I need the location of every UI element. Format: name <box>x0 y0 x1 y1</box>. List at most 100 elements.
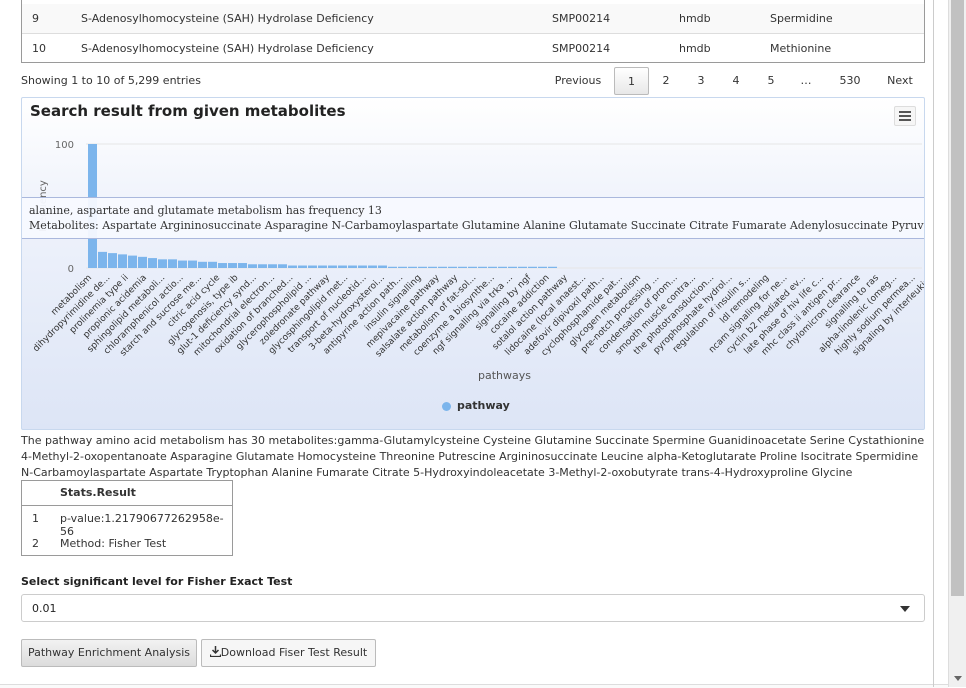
chart-bar[interactable] <box>128 255 137 268</box>
chart-bar[interactable] <box>548 266 557 268</box>
next-button[interactable]: Next <box>880 67 920 95</box>
chart-bar[interactable] <box>198 261 207 268</box>
smp-id-cell: SMP00214 <box>552 12 611 25</box>
database-cell: hmdb <box>679 12 711 25</box>
chart-bar[interactable] <box>448 266 457 268</box>
chart-bar[interactable] <box>468 266 477 268</box>
page-button-5[interactable]: 5 <box>759 67 783 95</box>
significance-select[interactable]: 0.01 <box>21 594 925 622</box>
chart-bar[interactable] <box>278 264 287 268</box>
row-index: 2 <box>32 537 39 550</box>
download-icon <box>209 646 221 658</box>
page: 9 S-Adenosylhomocysteine (SAH) Hydrolase… <box>0 0 948 688</box>
table-row: 9 S-Adenosylhomocysteine (SAH) Hydrolase… <box>22 4 924 34</box>
chart-bar[interactable] <box>358 265 367 268</box>
x-axis-title: pathways <box>478 369 531 382</box>
chart-plot: 1000Frequency metabolismdihydropyrimidin… <box>31 140 924 359</box>
results-table: 9 S-Adenosylhomocysteine (SAH) Hydrolase… <box>21 0 925 63</box>
chart-bar[interactable] <box>158 259 167 268</box>
row-index: 1 <box>32 512 39 525</box>
chart-bar[interactable] <box>248 264 257 268</box>
tooltip-line-frequency: alanine, aspartate and glutamate metabol… <box>29 204 382 217</box>
download-result-button[interactable]: Download Fiser Test Result <box>201 639 376 667</box>
pathway-description: The pathway amino acid metabolism has 30… <box>21 434 925 479</box>
table-row: 10 S-Adenosylhomocysteine (SAH) Hydrolas… <box>22 34 924 63</box>
stats-table: Stats.Result 1 p-value:1.21790677262958e… <box>21 480 233 556</box>
chart-bar[interactable] <box>258 264 267 268</box>
chart-bar[interactable] <box>478 266 487 268</box>
y-tick-label: 100 <box>55 140 74 151</box>
chart-bar[interactable] <box>138 256 147 268</box>
chart-bar[interactable] <box>328 265 337 268</box>
pathway-enrichment-button[interactable]: Pathway Enrichment Analysis <box>21 639 197 667</box>
pathway-name-cell: S-Adenosylhomocysteine (SAH) Hydrolase D… <box>81 42 374 55</box>
chart-bar[interactable] <box>368 265 377 268</box>
chart-bar[interactable] <box>438 266 447 268</box>
previous-button[interactable]: Previous <box>548 67 608 95</box>
legend-marker-icon <box>442 401 451 411</box>
chart-bar[interactable] <box>98 251 107 268</box>
significance-label: Select significant level for Fisher Exac… <box>21 575 293 588</box>
pagination-ellipsis: … <box>800 74 812 87</box>
chart-bar[interactable] <box>298 265 307 268</box>
significance-value: 0.01 <box>32 602 57 615</box>
chart-bar[interactable] <box>338 265 347 268</box>
chart-bar[interactable] <box>148 258 157 268</box>
page-button-3[interactable]: 3 <box>689 67 713 95</box>
page-button-1[interactable]: 1 <box>614 67 649 95</box>
chart-bar[interactable] <box>108 253 117 268</box>
chart-bar[interactable] <box>508 266 517 268</box>
table-row: 2 Method: Fisher Test <box>22 531 232 556</box>
chart-bar[interactable] <box>208 261 217 268</box>
chart-bar[interactable] <box>458 266 467 268</box>
stats-header: Stats.Result <box>60 486 136 499</box>
chart-bar[interactable] <box>398 266 407 268</box>
chart-bar[interactable] <box>288 265 297 268</box>
pathway-name-cell: S-Adenosylhomocysteine (SAH) Hydrolase D… <box>81 12 374 25</box>
row-index: 9 <box>32 12 39 25</box>
chart-bar[interactable] <box>518 266 527 268</box>
chevron-down-icon <box>900 606 910 612</box>
scrollbar-thumb[interactable] <box>951 0 964 596</box>
scroll-down-icon[interactable] <box>954 676 962 681</box>
metabolite-cell: Methionine <box>770 42 832 55</box>
page-scrollbar[interactable] <box>948 0 966 687</box>
chart-bar[interactable] <box>348 265 357 268</box>
chart-bar[interactable] <box>228 263 237 268</box>
chart-bar[interactable] <box>188 260 197 268</box>
chart-bar[interactable] <box>318 265 327 268</box>
chart-bar[interactable] <box>238 263 247 268</box>
chart-bar[interactable] <box>428 266 437 268</box>
chart-bar[interactable] <box>308 265 317 268</box>
chart-bar[interactable] <box>178 260 187 268</box>
chart-bar[interactable] <box>378 265 387 268</box>
chart-bar[interactable] <box>268 264 277 268</box>
chart-container: Search result from given metabolites 100… <box>21 97 925 430</box>
chart-bar[interactable] <box>408 266 417 268</box>
chart-bar[interactable] <box>538 266 547 268</box>
download-label: Download Fiser Test Result <box>220 646 368 659</box>
page-button-530[interactable]: 530 <box>832 67 868 95</box>
metabolite-cell: Spermidine <box>770 12 833 25</box>
chart-bar[interactable] <box>498 266 507 268</box>
tooltip-line-metabolites: Metabolites: Aspartate Argininosuccinate… <box>29 219 925 232</box>
chart-bar[interactable] <box>418 266 427 268</box>
chart-tooltip: alanine, aspartate and glutamate metabol… <box>22 197 925 239</box>
table-info: Showing 1 to 10 of 5,299 entries <box>21 74 201 87</box>
database-cell: hmdb <box>679 42 711 55</box>
chart-bar[interactable] <box>218 263 227 268</box>
row-index: 10 <box>32 42 46 55</box>
chart-legend-item[interactable]: pathway <box>442 399 510 412</box>
legend-label: pathway <box>457 399 510 412</box>
y-tick-label: 0 <box>68 264 74 275</box>
chart-bar[interactable] <box>528 266 537 268</box>
page-button-2[interactable]: 2 <box>654 67 678 95</box>
chart-bar[interactable] <box>488 266 497 268</box>
table-row: 1 p-value:1.21790677262958e-56 <box>22 506 232 538</box>
chart-bar[interactable] <box>118 254 127 268</box>
stats-value: Method: Fisher Test <box>60 537 167 550</box>
chart-bar[interactable] <box>168 259 177 268</box>
chart-bar[interactable] <box>388 266 397 268</box>
smp-id-cell: SMP00214 <box>552 42 611 55</box>
page-button-4[interactable]: 4 <box>724 67 748 95</box>
